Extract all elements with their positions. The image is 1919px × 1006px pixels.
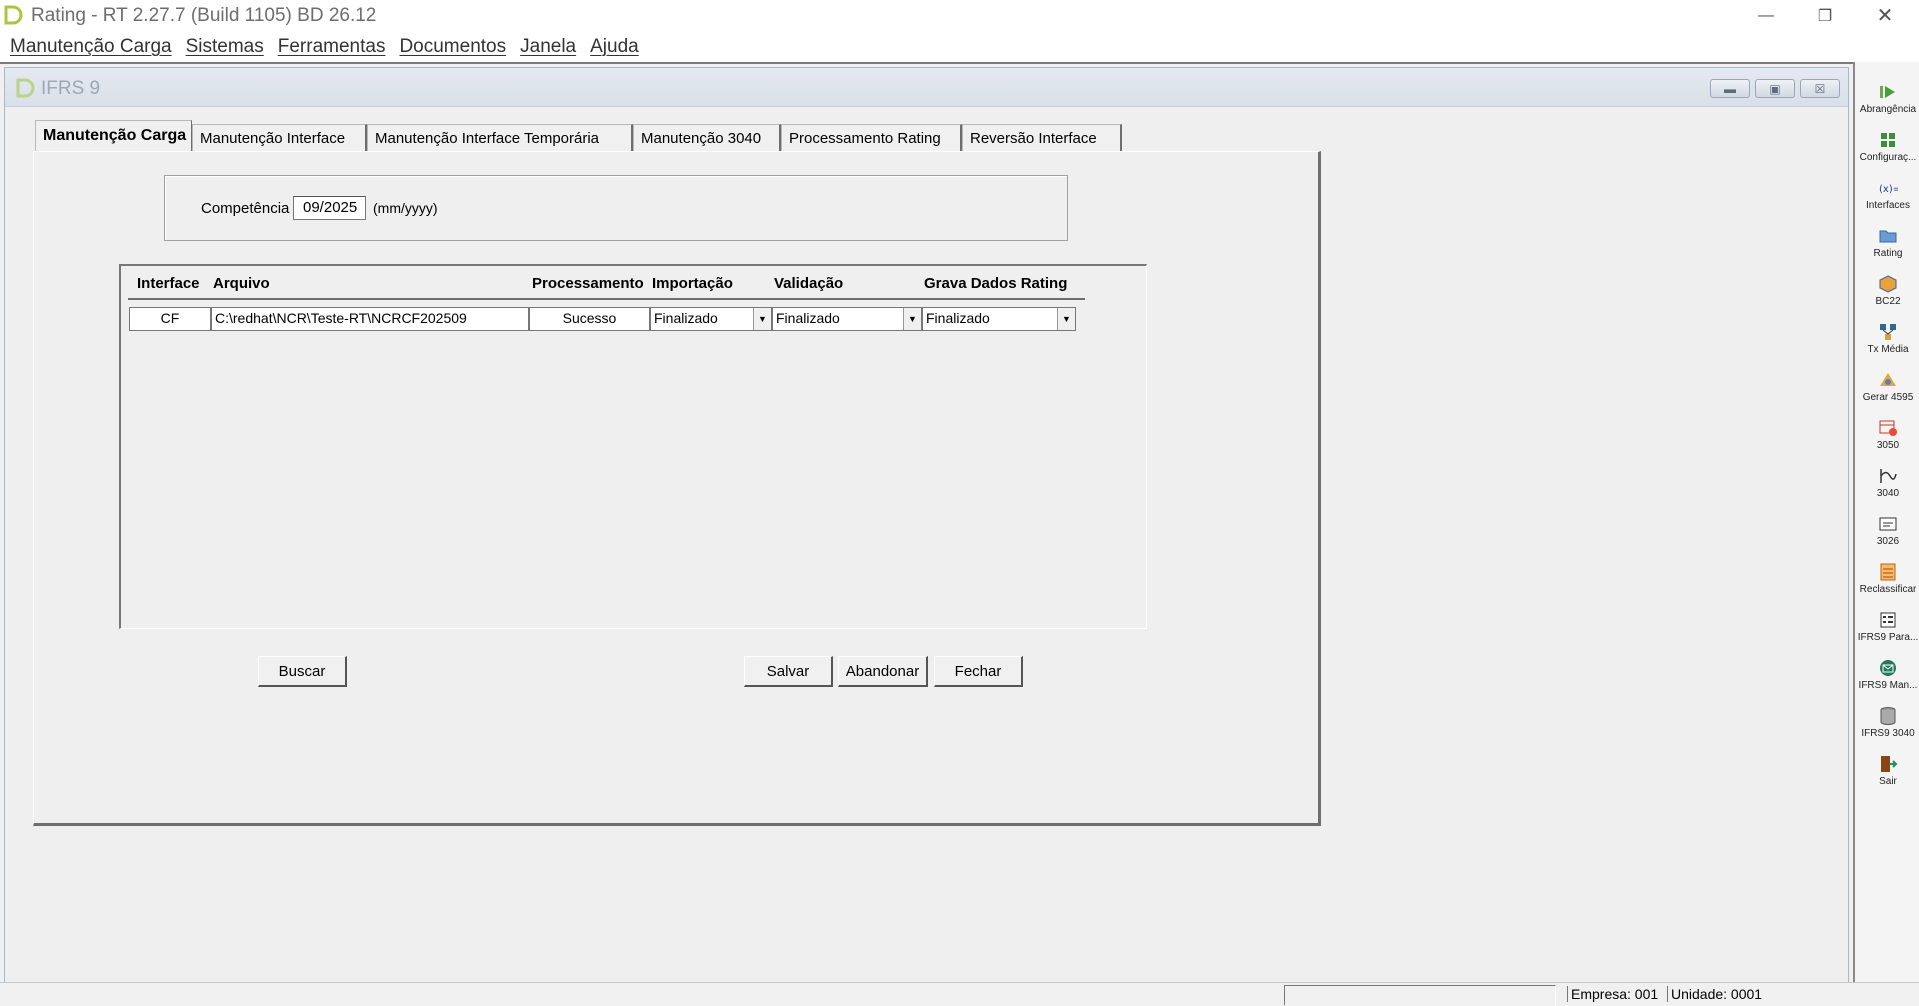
interface-icon: (x)= xyxy=(1879,184,1898,195)
toolbar-rating[interactable]: Rating xyxy=(1855,226,1919,274)
abandonar-button[interactable]: Abandonar xyxy=(838,656,928,687)
child-close-button[interactable]: ☒ xyxy=(1800,79,1840,98)
tab-manutencao-3040[interactable]: Manutenção 3040 xyxy=(633,124,781,151)
toolbar-reclassificar[interactable]: Reclassificar xyxy=(1855,562,1919,610)
hierarchy-icon xyxy=(1880,324,1896,340)
grid-header-separator xyxy=(128,298,1085,300)
fechar-button[interactable]: Fechar xyxy=(934,656,1023,687)
toolbar-ifrs9-parametros[interactable]: IFRS9 Para... xyxy=(1855,610,1919,658)
tab-processamento-rating[interactable]: Processamento Rating xyxy=(781,124,962,151)
status-bar: Empresa: 001 Unidade: 0001 xyxy=(0,982,1919,1006)
toolbar-ifrs9-3040[interactable]: IFRS9 3040 xyxy=(1855,706,1919,754)
menu-manutencao-carga[interactable]: Manutenção Carga xyxy=(4,36,180,58)
chevron-down-icon[interactable]: ▼ xyxy=(1057,308,1075,330)
cell-interface[interactable]: CF xyxy=(129,307,211,331)
competencia-hint: (mm/yyyy) xyxy=(373,200,438,216)
menu-sistemas[interactable]: Sistemas xyxy=(180,36,272,58)
window-icon xyxy=(1879,517,1897,531)
database-icon xyxy=(1880,707,1896,725)
child-window-title: IFRS 9 xyxy=(41,78,101,99)
toolbar-sair[interactable]: Sair xyxy=(1855,754,1919,802)
curve-icon xyxy=(1880,469,1897,483)
col-header-arquivo: Arquivo xyxy=(213,275,270,292)
right-toolbar: Abrangência Configuraç... (x)= Interface… xyxy=(1853,62,1919,990)
select-validacao-value: Finalizado xyxy=(776,310,840,326)
triangle-icon xyxy=(1880,373,1896,386)
app-logo-icon xyxy=(4,5,23,25)
status-empresa: Empresa: 001 xyxy=(1567,986,1658,1002)
menu-janela[interactable]: Janela xyxy=(514,36,584,58)
menu-documentos[interactable]: Documentos xyxy=(393,36,514,58)
params-icon xyxy=(1880,612,1896,628)
menu-ferramentas[interactable]: Ferramentas xyxy=(272,36,394,58)
child-logo-icon xyxy=(16,78,35,98)
select-grava-value: Finalizado xyxy=(926,310,990,326)
col-header-interface: Interface xyxy=(137,275,200,292)
col-header-processamento: Processamento xyxy=(532,275,644,292)
col-header-grava-dados-rating: Grava Dados Rating xyxy=(924,275,1068,292)
toolbar-3040[interactable]: 3040 xyxy=(1855,466,1919,514)
close-button[interactable]: ✕ xyxy=(1856,0,1914,31)
restore-button[interactable]: ❐ xyxy=(1796,0,1854,31)
select-importacao[interactable]: Finalizado ▼ xyxy=(650,307,772,331)
select-importacao-value: Finalizado xyxy=(654,310,718,326)
col-header-validacao: Validação xyxy=(774,275,844,292)
menu-bar: Manutenção Carga Sistemas Ferramentas Do… xyxy=(0,31,1919,62)
toolbar-gerar-4595[interactable]: Gerar 4595 xyxy=(1855,370,1919,418)
cube-icon xyxy=(1879,275,1897,293)
competencia-input[interactable]: 09/2025 xyxy=(293,196,366,220)
toolbar-ifrs9-manutencao[interactable]: IFRS9 Man... xyxy=(1855,658,1919,706)
folder-icon xyxy=(1879,230,1897,243)
window-title: Rating - RT 2.27.7 (Build 1105) BD 26.12 xyxy=(31,5,377,26)
email-icon xyxy=(1880,660,1896,676)
child-maximize-button[interactable]: ▣ xyxy=(1755,79,1795,98)
exit-door-icon xyxy=(1881,756,1898,772)
salvar-button[interactable]: Salvar xyxy=(744,656,833,687)
toolbar-3026[interactable]: 3026 xyxy=(1855,514,1919,562)
list-icon xyxy=(1880,563,1896,581)
select-grava-dados-rating[interactable]: Finalizado ▼ xyxy=(922,307,1076,331)
toolbar-interfaces[interactable]: (x)= Interfaces xyxy=(1855,178,1919,226)
menu-ajuda[interactable]: Ajuda xyxy=(584,36,647,58)
minimize-button[interactable]: — xyxy=(1737,0,1795,31)
chevron-down-icon[interactable]: ▼ xyxy=(903,308,921,330)
buscar-button[interactable]: Buscar xyxy=(258,656,347,687)
play-chart-icon xyxy=(1880,86,1895,98)
toolbar-3050[interactable]: 3050 xyxy=(1855,418,1919,466)
status-progress xyxy=(1284,985,1556,1005)
chevron-down-icon[interactable]: ▼ xyxy=(753,308,771,330)
tab-manutencao-interface-temporaria[interactable]: Manutenção Interface Temporária xyxy=(367,124,633,151)
tab-manutencao-interface[interactable]: Manutenção Interface xyxy=(192,124,367,151)
toolbar-configuracao[interactable]: Configuraç... xyxy=(1855,130,1919,178)
toolbar-bc22[interactable]: BC22 xyxy=(1855,274,1919,322)
select-validacao[interactable]: Finalizado ▼ xyxy=(772,307,922,331)
col-header-importacao: Importação xyxy=(652,275,733,292)
svg-text:(x)=: (x)= xyxy=(1879,184,1898,195)
cell-processamento[interactable]: Sucesso xyxy=(529,307,650,331)
title-bar: Rating - RT 2.27.7 (Build 1105) BD 26.12… xyxy=(0,0,1919,31)
toolbar-tx-media[interactable]: Tx Média xyxy=(1855,322,1919,370)
toolbar-abrangencia[interactable]: Abrangência xyxy=(1855,82,1919,130)
config-grid-icon xyxy=(1881,133,1895,147)
child-title-bar[interactable]: IFRS 9 ▬ ▣ ☒ xyxy=(5,68,1848,107)
cell-arquivo[interactable]: C:\redhat\NCR\Teste-RT\NCRCF202509 xyxy=(211,307,529,331)
table-red-icon xyxy=(1879,420,1897,436)
tab-manutencao-carga[interactable]: Manutenção Carga xyxy=(35,120,192,151)
tab-reversao-interface[interactable]: Reversão Interface xyxy=(962,124,1122,151)
competencia-label: Competência xyxy=(201,200,290,217)
child-minimize-button[interactable]: ▬ xyxy=(1710,79,1750,98)
tab-strip: Manutenção Carga Manutenção Interface Ma… xyxy=(35,120,1122,151)
status-unidade: Unidade: 0001 xyxy=(1667,986,1762,1002)
